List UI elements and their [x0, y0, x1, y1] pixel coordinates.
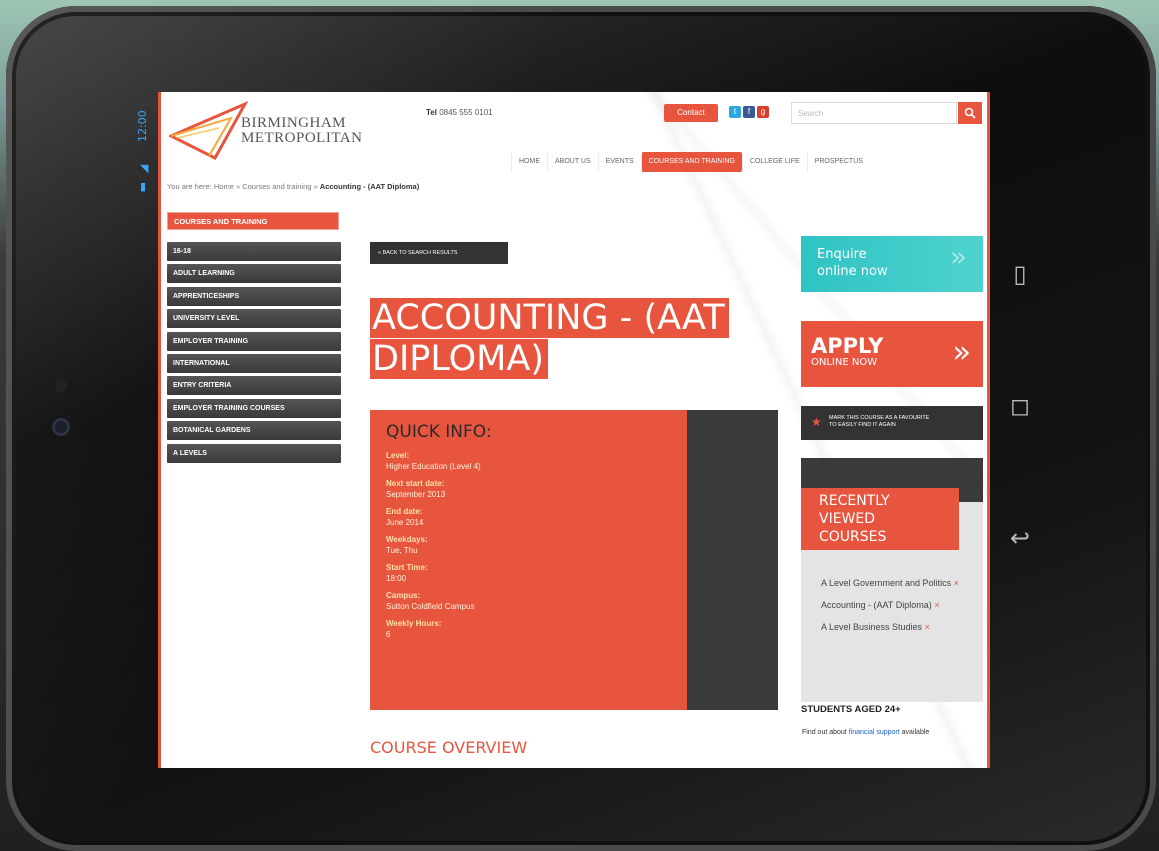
quick-info-start-time: Start Time: 18:00	[386, 563, 428, 583]
quick-info-weekdays: Weekdays: Tue, Thu	[386, 535, 428, 555]
sidebar-item-botanical-gardens[interactable]: BOTANICAL GARDENS	[167, 421, 341, 441]
course-title: ACCOUNTING - (AAT DIPLOMA)	[370, 298, 730, 380]
googleplus-icon[interactable]: g	[757, 106, 769, 118]
list-item[interactable]: A Level Business Studies ×	[821, 620, 969, 635]
logo-name: BIRMINGHAM METROPOLITAN	[241, 115, 363, 146]
breadcrumb-section[interactable]: Courses and training	[242, 182, 311, 191]
facebook-icon[interactable]: f	[743, 106, 755, 118]
breadcrumb: You are here: Home » Courses and trainin…	[167, 182, 420, 191]
sidebar-item-entry-criteria[interactable]: ENTRY CRITERIA	[167, 376, 341, 396]
wifi-icon: ◥	[140, 162, 149, 175]
nav-events[interactable]: EVENTS	[597, 152, 641, 172]
android-nav-keys: ▯ ◻ ↩	[1005, 260, 1035, 552]
star-icon: ★	[811, 415, 822, 429]
back-to-search-button[interactable]: « BACK TO SEARCH RESULTS	[370, 242, 508, 264]
top-navigation: HOME ABOUT US EVENTS COURSES AND TRAININ…	[511, 152, 870, 172]
sidebar-item-apprenticeships[interactable]: APPRENTICESHIPS	[167, 286, 341, 306]
twitter-icon[interactable]: t	[729, 106, 741, 118]
status-icons: ◥ ▮	[140, 160, 148, 196]
nav-prospectus[interactable]: PROSPECTUS	[806, 152, 870, 172]
apply-online-button[interactable]: APPLY ONLINE NOW »	[801, 321, 983, 387]
remove-icon[interactable]: ×	[925, 622, 930, 632]
quick-info-title: QUICK INFO:	[386, 422, 492, 442]
quick-info-level: Level: Higher Education (Level 4)	[386, 451, 481, 471]
search-input[interactable]: Search	[791, 102, 957, 124]
logo-mark-icon	[169, 100, 249, 160]
status-time: 12:00	[136, 110, 149, 142]
sidebar-item-adult-learning[interactable]: ADULT LEARNING	[167, 264, 341, 284]
sidebar-item-international[interactable]: INTERNATIONAL	[167, 353, 341, 373]
sidebar-item-employer-training-courses[interactable]: EMPLOYER TRAINING COURSES	[167, 398, 341, 418]
list-item[interactable]: A Level Government and Politics ×	[821, 576, 969, 591]
nav-college-life[interactable]: COLLEGE LIFE	[741, 152, 807, 172]
home-key-icon[interactable]: ◻	[1005, 392, 1035, 420]
chevron-right-icon: »	[949, 240, 967, 273]
quick-info-content: QUICK INFO: Level: Higher Education (Lev…	[370, 410, 687, 710]
financial-support-link[interactable]: financial support	[849, 729, 900, 736]
students-24-heading: STUDENTS AGED 24+	[801, 704, 901, 715]
battery-icon: ▮	[140, 180, 147, 193]
quick-info-panel: QUICK INFO: Level: Higher Education (Lev…	[370, 410, 778, 710]
quick-info-campus: Campus: Sutton Coldfield Campus	[386, 591, 475, 611]
social-links: t f g	[729, 106, 769, 118]
contact-button[interactable]: Contact	[664, 104, 718, 122]
sidebar-item-employer-training[interactable]: EMPLOYER TRAINING	[167, 331, 341, 351]
nav-courses-and-training[interactable]: COURSES AND TRAINING	[640, 152, 742, 172]
nav-about-us[interactable]: ABOUT US	[547, 152, 598, 172]
sidebar-menu: 16-18 ADULT LEARNING APPRENTICESHIPS UNI…	[167, 242, 341, 466]
quick-info-weekly-hours: Weekly Hours: 6	[386, 619, 442, 639]
recently-viewed-list: A Level Government and Politics × Accoun…	[821, 576, 969, 642]
back-key-icon[interactable]: ↩	[1005, 524, 1035, 552]
remove-icon[interactable]: ×	[954, 578, 959, 588]
college-logo[interactable]: BIRMINGHAM METROPOLITAN	[169, 98, 389, 164]
chevron-right-icon: »	[952, 335, 971, 370]
breadcrumb-current: Accounting - (AAT Diploma)	[319, 182, 420, 191]
sidebar-item-16-18[interactable]: 16-18	[167, 242, 341, 261]
list-item[interactable]: Accounting - (AAT Diploma) ×	[821, 598, 969, 613]
sidebar-heading[interactable]: COURSES AND TRAINING	[167, 212, 339, 230]
recent-apps-icon[interactable]: ▯	[1005, 260, 1035, 288]
sidebar-item-university-level[interactable]: UNIVERSITY LEVEL	[167, 309, 341, 329]
quick-info-end-date: End date: June 2014	[386, 507, 424, 527]
nav-home[interactable]: HOME	[511, 152, 547, 172]
sidebar-item-a-levels[interactable]: A LEVELS	[167, 443, 341, 463]
search-icon	[964, 107, 976, 119]
students-24-note: Find out about financial support availab…	[802, 729, 930, 736]
camera-icon	[52, 418, 70, 436]
search-button[interactable]	[958, 102, 982, 124]
mark-favourite-button[interactable]: ★ MARK THIS COURSE AS A FAVOURITE TO EAS…	[801, 406, 983, 440]
quick-info-start-date: Next start date: September 2013	[386, 479, 446, 499]
telephone: Tel 0845 555 0101	[426, 108, 493, 117]
light-sensor	[55, 380, 67, 392]
browser-screen: BIRMINGHAM METROPOLITAN Tel 0845 555 010…	[158, 92, 990, 768]
breadcrumb-home[interactable]: Home	[214, 182, 234, 191]
remove-icon[interactable]: ×	[934, 600, 939, 610]
course-overview-heading: COURSE OVERVIEW	[370, 738, 528, 757]
recently-viewed-heading: RECENTLY VIEWED COURSES	[801, 488, 959, 550]
enquire-online-button[interactable]: Enquire online now »	[801, 236, 983, 292]
